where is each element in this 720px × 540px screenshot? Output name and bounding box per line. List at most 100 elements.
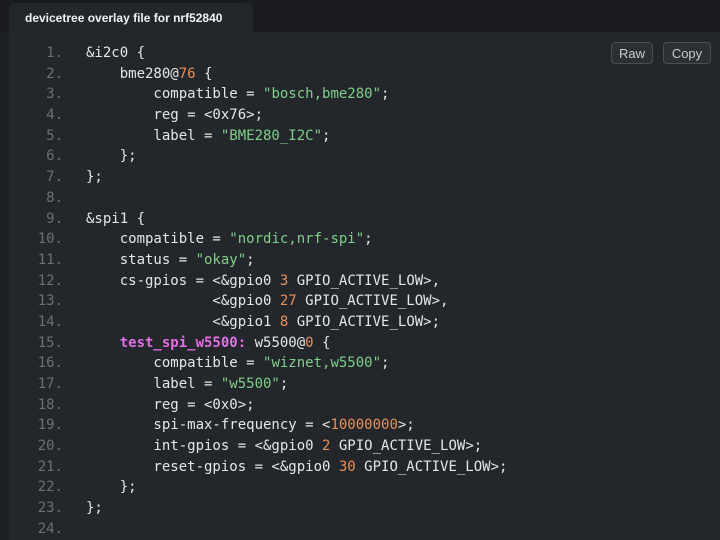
code-line: 11. status = "okay"; (9, 250, 720, 271)
code-token: <&gpio0 (86, 293, 280, 310)
line-number: 10. (37, 231, 63, 248)
line-source: cs-gpios = <&gpio0 3 GPIO_ACTIVE_LOW>, (86, 271, 440, 292)
code-token: reg = <0x0>; (86, 396, 255, 413)
code-token: "okay" (195, 251, 247, 268)
code-token: <&gpio1 (86, 313, 280, 330)
code-token: label = (86, 376, 221, 392)
code-token: GPIO_ACTIVE_LOW>, (296, 293, 449, 310)
code-token: 30 (338, 458, 356, 475)
code-token: int-gpios = <&gpio0 (86, 438, 323, 455)
code-line: 9. &spi1 { (9, 209, 720, 230)
code-token: label = (86, 127, 221, 144)
line-source: compatible = "wiznet,w5500"; (86, 353, 389, 374)
line-number: 15. (37, 334, 63, 351)
code-line: 17. label = "w5500"; (9, 374, 720, 395)
code-token: }; (86, 148, 137, 165)
code-token: spi-max-frequency = < (86, 417, 331, 434)
code-token: 27 (279, 293, 297, 310)
line-source: }; (86, 498, 103, 519)
line-source: compatible = "nordic,nrf-spi"; (86, 229, 373, 250)
code-token: 10000000 (330, 417, 398, 434)
code-token: ; (279, 376, 289, 392)
code-token: }; (86, 500, 103, 517)
line-number: 20. (37, 438, 63, 455)
line-number: 17. (37, 376, 63, 392)
line-number: 1. (46, 45, 63, 61)
code-token: "BME280_I2C" (220, 127, 323, 144)
code-token: &i2c0 { (86, 45, 146, 61)
code-line: 10. compatible = "nordic,nrf-spi"; (9, 229, 720, 250)
code-line: 18. reg = <0x0>; (9, 395, 720, 416)
code-token: ; (246, 251, 255, 268)
code-token: ; (381, 86, 390, 103)
code-line: 19. spi-max-frequency = <10000000>; (9, 415, 720, 436)
code-token: compatible = (86, 86, 264, 103)
code-block[interactable]: 1. &i2c0 { 2. bme280@76 {3. compatible = "… (9, 43, 720, 540)
code-line: 15. test_spi_w5500: w5500@0 { (9, 333, 720, 354)
code-line: 13. <&gpio0 27 GPIO_ACTIVE_LOW>, (9, 291, 720, 312)
line-source: &spi1 { (86, 209, 145, 230)
line-number: 3. (46, 86, 63, 103)
code-token: test_spi_w5500: (119, 334, 247, 351)
line-number: 4. (46, 107, 63, 124)
line-number: 11. (37, 251, 63, 268)
code-token: ; (364, 231, 373, 248)
code-token: ; (381, 355, 390, 372)
line-source: <&gpio1 8 GPIO_ACTIVE_LOW>; (86, 312, 440, 333)
line-source: bme280@76 { (86, 64, 213, 85)
code-token: }; (86, 169, 103, 186)
line-source: reset-gpios = <&gpio0 30 GPIO_ACTIVE_LOW… (86, 457, 507, 478)
code-token: GPIO_ACTIVE_LOW>; (330, 438, 483, 455)
code-line: 3. compatible = "bosch,bme280"; (9, 84, 720, 105)
code-line: 14. <&gpio1 8 GPIO_ACTIVE_LOW>; (9, 312, 720, 333)
line-number: 14. (37, 313, 63, 330)
code-token: cs-gpios = <&gpio0 (86, 272, 280, 289)
line-number: 6. (46, 148, 63, 165)
line-number: 12. (37, 272, 63, 289)
file-tab[interactable]: devicetree overlay file for nrf52840 (9, 3, 253, 32)
code-line: 6. }; (9, 146, 720, 167)
line-source: <&gpio0 27 GPIO_ACTIVE_LOW>, (86, 291, 448, 312)
line-number: 16. (37, 355, 63, 372)
line-source: }; (86, 146, 137, 167)
code-token: GPIO_ACTIVE_LOW>; (288, 313, 441, 330)
code-line: 2. bme280@76 { (9, 64, 720, 85)
code-line: 16. compatible = "wiznet,w5500"; (9, 353, 720, 374)
line-source: status = "okay"; (86, 250, 255, 271)
code-token: "w5500" (220, 376, 280, 392)
code-line: 23.}; (9, 498, 720, 519)
line-number: 7. (46, 169, 63, 186)
line-number: 19. (37, 417, 63, 434)
code-token: { (313, 334, 331, 351)
code-token: "bosch,bme280" (263, 86, 382, 103)
line-source: compatible = "bosch,bme280"; (86, 84, 389, 105)
code-token: w5500@ (246, 334, 306, 351)
file-tab-title: devicetree overlay file for nrf52840 (25, 10, 223, 25)
line-number: 18. (37, 396, 63, 413)
line-source: reg = <0x0>; (86, 395, 255, 416)
tab-bar: devicetree overlay file for nrf52840 (0, 0, 720, 32)
code-token: GPIO_ACTIVE_LOW>; (355, 458, 508, 475)
code-token: compatible = (86, 355, 264, 372)
code-line: 1. &i2c0 { (9, 43, 720, 64)
code-line: 12. cs-gpios = <&gpio0 3 GPIO_ACTIVE_LOW… (9, 271, 720, 292)
code-token: reset-gpios = <&gpio0 (86, 458, 339, 475)
code-line: 21. reset-gpios = <&gpio0 30 GPIO_ACTIVE… (9, 457, 720, 478)
line-source: test_spi_w5500: w5500@0 { (86, 333, 331, 354)
code-line: 4. reg = <0x76>; (9, 105, 720, 126)
code-token: &spi1 { (86, 210, 146, 227)
code-token: bme280@ (86, 65, 179, 82)
code-token: "wiznet,w5500" (263, 355, 382, 372)
line-number: 23. (37, 500, 63, 517)
line-number: 21. (37, 458, 63, 475)
line-source: &i2c0 { (86, 43, 145, 64)
code-token: 0 (305, 334, 314, 351)
line-number: 22. (37, 479, 63, 496)
code-line: 7.}; (9, 167, 720, 188)
line-source: reg = <0x76>; (86, 105, 263, 126)
code-line: 8. (9, 188, 720, 209)
line-source: label = "w5500"; (86, 374, 288, 395)
code-token: 76 (178, 65, 196, 82)
line-source: spi-max-frequency = <10000000>; (86, 415, 414, 436)
code-token: ; (322, 127, 331, 144)
